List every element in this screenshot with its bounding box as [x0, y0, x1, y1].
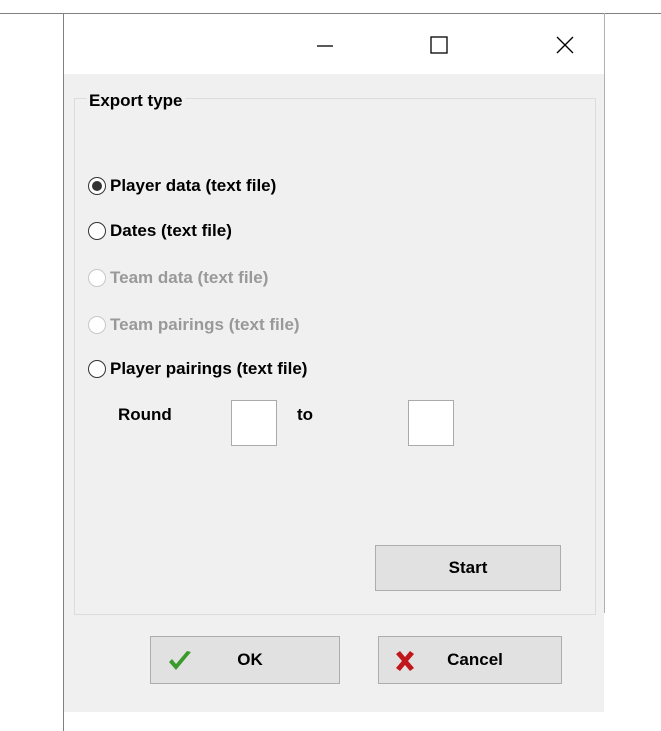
- radio-team-pairings: Team pairings (text file): [88, 311, 300, 339]
- radio-label: Player data (text file): [110, 176, 277, 195]
- start-button-label: Start: [448, 558, 488, 577]
- maximize-button[interactable]: [416, 28, 462, 62]
- radio-button[interactable]: [88, 222, 106, 240]
- radio-player-pairings[interactable]: Player pairings (text file): [88, 355, 307, 383]
- close-button[interactable]: [542, 28, 588, 62]
- round-to-input[interactable]: [408, 400, 454, 446]
- export-type-title: Export type: [87, 91, 185, 111]
- export-dialog: Export type Player data (text file) Date…: [64, 14, 604, 712]
- cancel-button-label: Cancel: [447, 650, 503, 669]
- radio-player-data[interactable]: Player data (text file): [88, 172, 276, 200]
- radio-label: Player pairings (text file): [110, 359, 308, 378]
- radio-button: [88, 269, 106, 287]
- radio-button: [88, 316, 106, 334]
- cross-icon: [396, 651, 414, 671]
- radio-dates[interactable]: Dates (text file): [88, 217, 232, 245]
- title-bar: [64, 14, 604, 74]
- round-label: Round: [118, 405, 172, 424]
- radio-label: Dates (text file): [110, 221, 232, 240]
- close-icon: [556, 36, 574, 54]
- cancel-button[interactable]: Cancel: [378, 636, 562, 684]
- round-to-label: to: [297, 405, 314, 424]
- radio-label: Team pairings (text file): [110, 315, 300, 334]
- radio-label: Team data (text file): [110, 268, 269, 287]
- ok-button-label: OK: [237, 650, 263, 669]
- outer-border-right: [604, 13, 605, 613]
- radio-button[interactable]: [88, 360, 106, 378]
- ok-button[interactable]: OK: [150, 636, 340, 684]
- minimize-icon: [317, 45, 333, 47]
- checkmark-icon: [169, 651, 191, 670]
- minimize-button[interactable]: [302, 28, 348, 62]
- radio-button[interactable]: [88, 177, 106, 195]
- maximize-icon: [430, 36, 448, 54]
- round-from-input[interactable]: [231, 400, 277, 446]
- radio-team-data: Team data (text file): [88, 264, 268, 292]
- start-button[interactable]: Start: [375, 545, 561, 591]
